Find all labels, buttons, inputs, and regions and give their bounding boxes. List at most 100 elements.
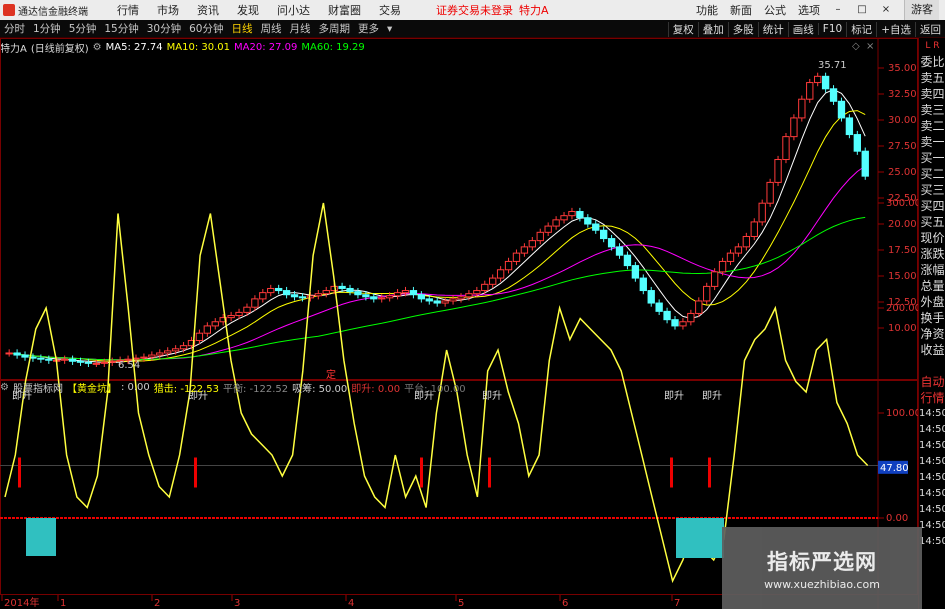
candle-body	[433, 300, 441, 304]
menu-item-news[interactable]: 资讯	[197, 2, 219, 18]
sidebar-time-2: 14:50	[919, 440, 945, 451]
menu-item-quotes[interactable]: 行情	[117, 2, 139, 18]
sidebar-item-20[interactable]: 自动	[919, 374, 945, 390]
period-tab-day[interactable]: 日线	[228, 21, 257, 36]
sidebar-item-9[interactable]: 买四	[919, 198, 945, 214]
maximize-icon[interactable]: □	[856, 4, 868, 16]
candle-body	[806, 82, 814, 100]
indicator-name[interactable]: 【黄金坑】	[67, 380, 117, 395]
period-tab-more[interactable]: 更多	[354, 21, 383, 36]
indicator-settings-icon[interactable]: ⚙	[0, 382, 9, 393]
sidebar-item-11[interactable]: 现价	[919, 230, 945, 246]
candle-body	[21, 354, 29, 358]
candle-body	[385, 295, 394, 299]
menu-item-market[interactable]: 市场	[157, 2, 179, 18]
sidebar-item-19[interactable]	[919, 358, 945, 374]
sidebar-item-16[interactable]: 换手	[919, 310, 945, 326]
period-tab-60min[interactable]: 60分钟	[185, 21, 227, 36]
rise-signal-bar	[18, 457, 21, 488]
menu-item-ask[interactable]: 问小达	[277, 2, 310, 18]
time-tick-label: 7	[674, 598, 680, 609]
multi-stock-button[interactable]: 多股	[727, 21, 758, 37]
rise-signal-bar	[194, 457, 197, 488]
indicator-rise: 即升: 0.00	[351, 383, 401, 395]
right-sidebar: L R 委比 卖五 卖四 卖三 卖二 卖一 买一 买二 买三 买四 买五 现价 涨跌 涨幅 总量 外盘 换手 净资…	[918, 38, 945, 609]
candle-body	[615, 246, 624, 256]
guest-button[interactable]: 游客	[904, 0, 939, 20]
sidebar-item-1[interactable]: 卖五	[919, 70, 945, 86]
period-tab-30min[interactable]: 30分钟	[143, 21, 185, 36]
candle-body	[750, 221, 758, 237]
candle-body	[520, 246, 529, 254]
price-tick-label: 35.00	[888, 63, 917, 74]
candle-body	[378, 297, 386, 300]
candle-body	[473, 290, 481, 295]
add-watch-button[interactable]: +自选	[876, 21, 915, 37]
menu-layout[interactable]: 新面	[730, 2, 752, 18]
close-icon[interactable]: ×	[880, 4, 892, 16]
period-tab-5min[interactable]: 5分钟	[65, 21, 101, 36]
app-title: 通达信金融终端	[18, 6, 88, 18]
candle-body	[607, 238, 616, 248]
sidebar-item-13[interactable]: 涨幅	[919, 262, 945, 278]
back-button[interactable]: 返回	[915, 21, 945, 37]
menu-formula[interactable]: 公式	[764, 2, 786, 18]
sidebar-time-0: 14:50	[919, 408, 945, 419]
menu-item-discover[interactable]: 发现	[237, 2, 259, 18]
candle-body	[837, 100, 846, 119]
menu-bar: 通达信金融终端 行情 市场 资讯 发现 问小达 财富圈 交易 证券交易未登录 特…	[0, 0, 945, 20]
sidebar-item-21[interactable]: 行情	[919, 390, 945, 406]
menu-item-trade[interactable]: 交易	[379, 2, 401, 18]
mark-button[interactable]: 标记	[846, 21, 876, 37]
candle-body	[243, 306, 251, 313]
candle-body	[465, 293, 473, 298]
sidebar-item-8[interactable]: 买三	[919, 182, 945, 198]
stats-button[interactable]: 统计	[757, 21, 788, 37]
period-tab-multi[interactable]: 多周期	[315, 21, 355, 36]
golden-pit-block	[26, 518, 56, 556]
draw-button[interactable]: 画线	[787, 21, 818, 37]
period-tab-week[interactable]: 周线	[257, 21, 286, 36]
period-tab-month[interactable]: 月线	[286, 21, 315, 36]
candle-body	[84, 361, 93, 364]
close-panel-icon[interactable]: ×	[866, 41, 874, 52]
overlay-button[interactable]: 叠加	[697, 21, 728, 37]
candle-body	[592, 223, 600, 231]
menu-options[interactable]: 选项	[798, 2, 820, 18]
period-tab-1min[interactable]: 1分钟	[29, 21, 65, 36]
sidebar-time-6: 14:50	[919, 504, 945, 515]
sidebar-item-2[interactable]: 卖四	[919, 86, 945, 102]
trade-alert[interactable]: 证券交易未登录	[436, 2, 513, 18]
adjust-button[interactable]: 复权	[667, 21, 698, 37]
menu-item-wealth[interactable]: 财富圈	[328, 2, 361, 18]
f10-button[interactable]: F10	[817, 23, 846, 35]
candle-body	[861, 150, 869, 177]
chart-area[interactable]: 35.0032.5030.0027.5025.0022.5020.0017.50…	[0, 38, 918, 609]
sidebar-item-17[interactable]: 净资	[919, 326, 945, 342]
candle-body	[314, 293, 322, 297]
candle-body	[441, 300, 449, 304]
candle-body	[401, 290, 410, 294]
sidebar-item-15[interactable]: 外盘	[919, 294, 945, 310]
period-tab-15min[interactable]: 15分钟	[100, 21, 142, 36]
watermark-url: www.xuezhibiao.com	[764, 577, 880, 591]
menu-function[interactable]: 功能	[696, 2, 718, 18]
sidebar-item-12[interactable]: 涨跌	[919, 246, 945, 262]
candle-body	[536, 231, 544, 242]
sidebar-item-3[interactable]: 卖三	[919, 102, 945, 118]
time-tick-label: 3	[234, 598, 240, 609]
minimize-icon[interactable]: –	[832, 4, 844, 16]
sidebar-item-18[interactable]: 收益	[919, 342, 945, 358]
sidebar-item-4[interactable]: 卖二	[919, 118, 945, 134]
candle-body	[814, 75, 822, 84]
period-tab-timeshare[interactable]: 分时	[0, 21, 29, 36]
sidebar-item-6[interactable]: 买一	[919, 150, 945, 166]
sidebar-item-0[interactable]: 委比	[919, 54, 945, 70]
sidebar-item-5[interactable]: 卖一	[919, 134, 945, 150]
sidebar-item-14[interactable]: 总量	[919, 278, 945, 294]
zoom-icon[interactable]: ◇	[852, 41, 860, 52]
candle-body	[599, 229, 608, 240]
chevron-down-icon[interactable]: ▾	[383, 23, 396, 35]
sidebar-item-7[interactable]: 买二	[919, 166, 945, 182]
sidebar-item-10[interactable]: 买五	[919, 214, 945, 230]
